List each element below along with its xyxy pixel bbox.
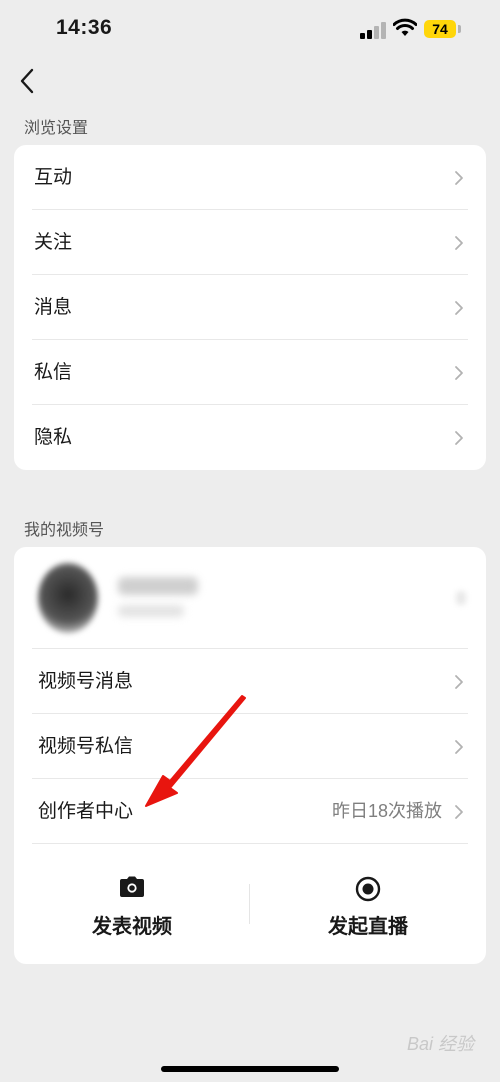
settings-item-messages[interactable]: 消息 (14, 275, 486, 340)
battery-cap (458, 25, 461, 33)
back-button[interactable] (14, 64, 44, 98)
channel-item-messages[interactable]: 视频号消息 (14, 649, 486, 714)
settings-item-label: 隐私 (34, 427, 73, 448)
channel-subtitle-blurred (118, 605, 184, 617)
watermark: Bai 经验 (406, 1034, 474, 1054)
settings-item-follow[interactable]: 关注 (14, 210, 486, 275)
chevron-right-icon (455, 675, 463, 689)
chevron-right-icon (455, 431, 463, 445)
settings-item-privacy[interactable]: 隐私 (14, 405, 486, 470)
wifi-icon (393, 18, 417, 36)
channel-item-label: 视频号消息 (38, 671, 134, 692)
chevron-right-icon (455, 171, 463, 185)
creator-center-stat: 昨日18次播放 (331, 801, 442, 821)
home-indicator[interactable] (161, 1066, 339, 1072)
chevron-left-icon (20, 68, 34, 94)
channel-item-creator-center[interactable]: 创作者中心 昨日18次播放 (14, 779, 486, 844)
chevron-right-icon (455, 740, 463, 754)
channel-actions: 发表视频 发起直播 (14, 844, 486, 964)
start-live-label: 发起直播 (328, 916, 408, 938)
battery-indicator: 74 (424, 20, 456, 38)
settings-item-label: 消息 (34, 297, 73, 318)
channel-profile-row[interactable] (14, 547, 486, 649)
status-bar: 14:36 74 (0, 0, 500, 60)
settings-item-interaction[interactable]: 互动 (14, 145, 486, 210)
settings-item-label: 关注 (34, 232, 73, 253)
live-icon (355, 876, 381, 902)
channel-item-direct-messages[interactable]: 视频号私信 (14, 714, 486, 779)
browse-settings-card: 互动 关注 消息 私信 隐私 (14, 145, 486, 470)
channel-item-label: 创作者中心 (38, 801, 134, 822)
section-title-browse-settings: 浏览设置 (24, 120, 89, 137)
settings-item-label: 互动 (34, 167, 73, 188)
channel-item-label: 视频号私信 (38, 736, 134, 757)
avatar (38, 563, 98, 633)
settings-item-label: 私信 (34, 362, 73, 383)
status-time: 14:36 (56, 16, 113, 39)
chevron-right-icon (456, 591, 466, 605)
channel-name-blurred (118, 577, 198, 595)
camera-icon (120, 876, 144, 897)
chevron-right-icon (455, 236, 463, 250)
chevron-right-icon (455, 805, 463, 819)
settings-item-direct-messages[interactable]: 私信 (14, 340, 486, 405)
section-title-my-channel: 我的视频号 (24, 522, 105, 539)
chevron-right-icon (455, 301, 463, 315)
my-channel-card: 视频号消息 视频号私信 创作者中心 昨日18次播放 发表视频 发起直播 (14, 547, 486, 964)
post-video-label: 发表视频 (92, 916, 172, 938)
chevron-right-icon (455, 366, 463, 380)
signal-icon (360, 21, 388, 39)
post-video-button[interactable]: 发表视频 (14, 844, 250, 964)
start-live-button[interactable]: 发起直播 (250, 844, 486, 964)
